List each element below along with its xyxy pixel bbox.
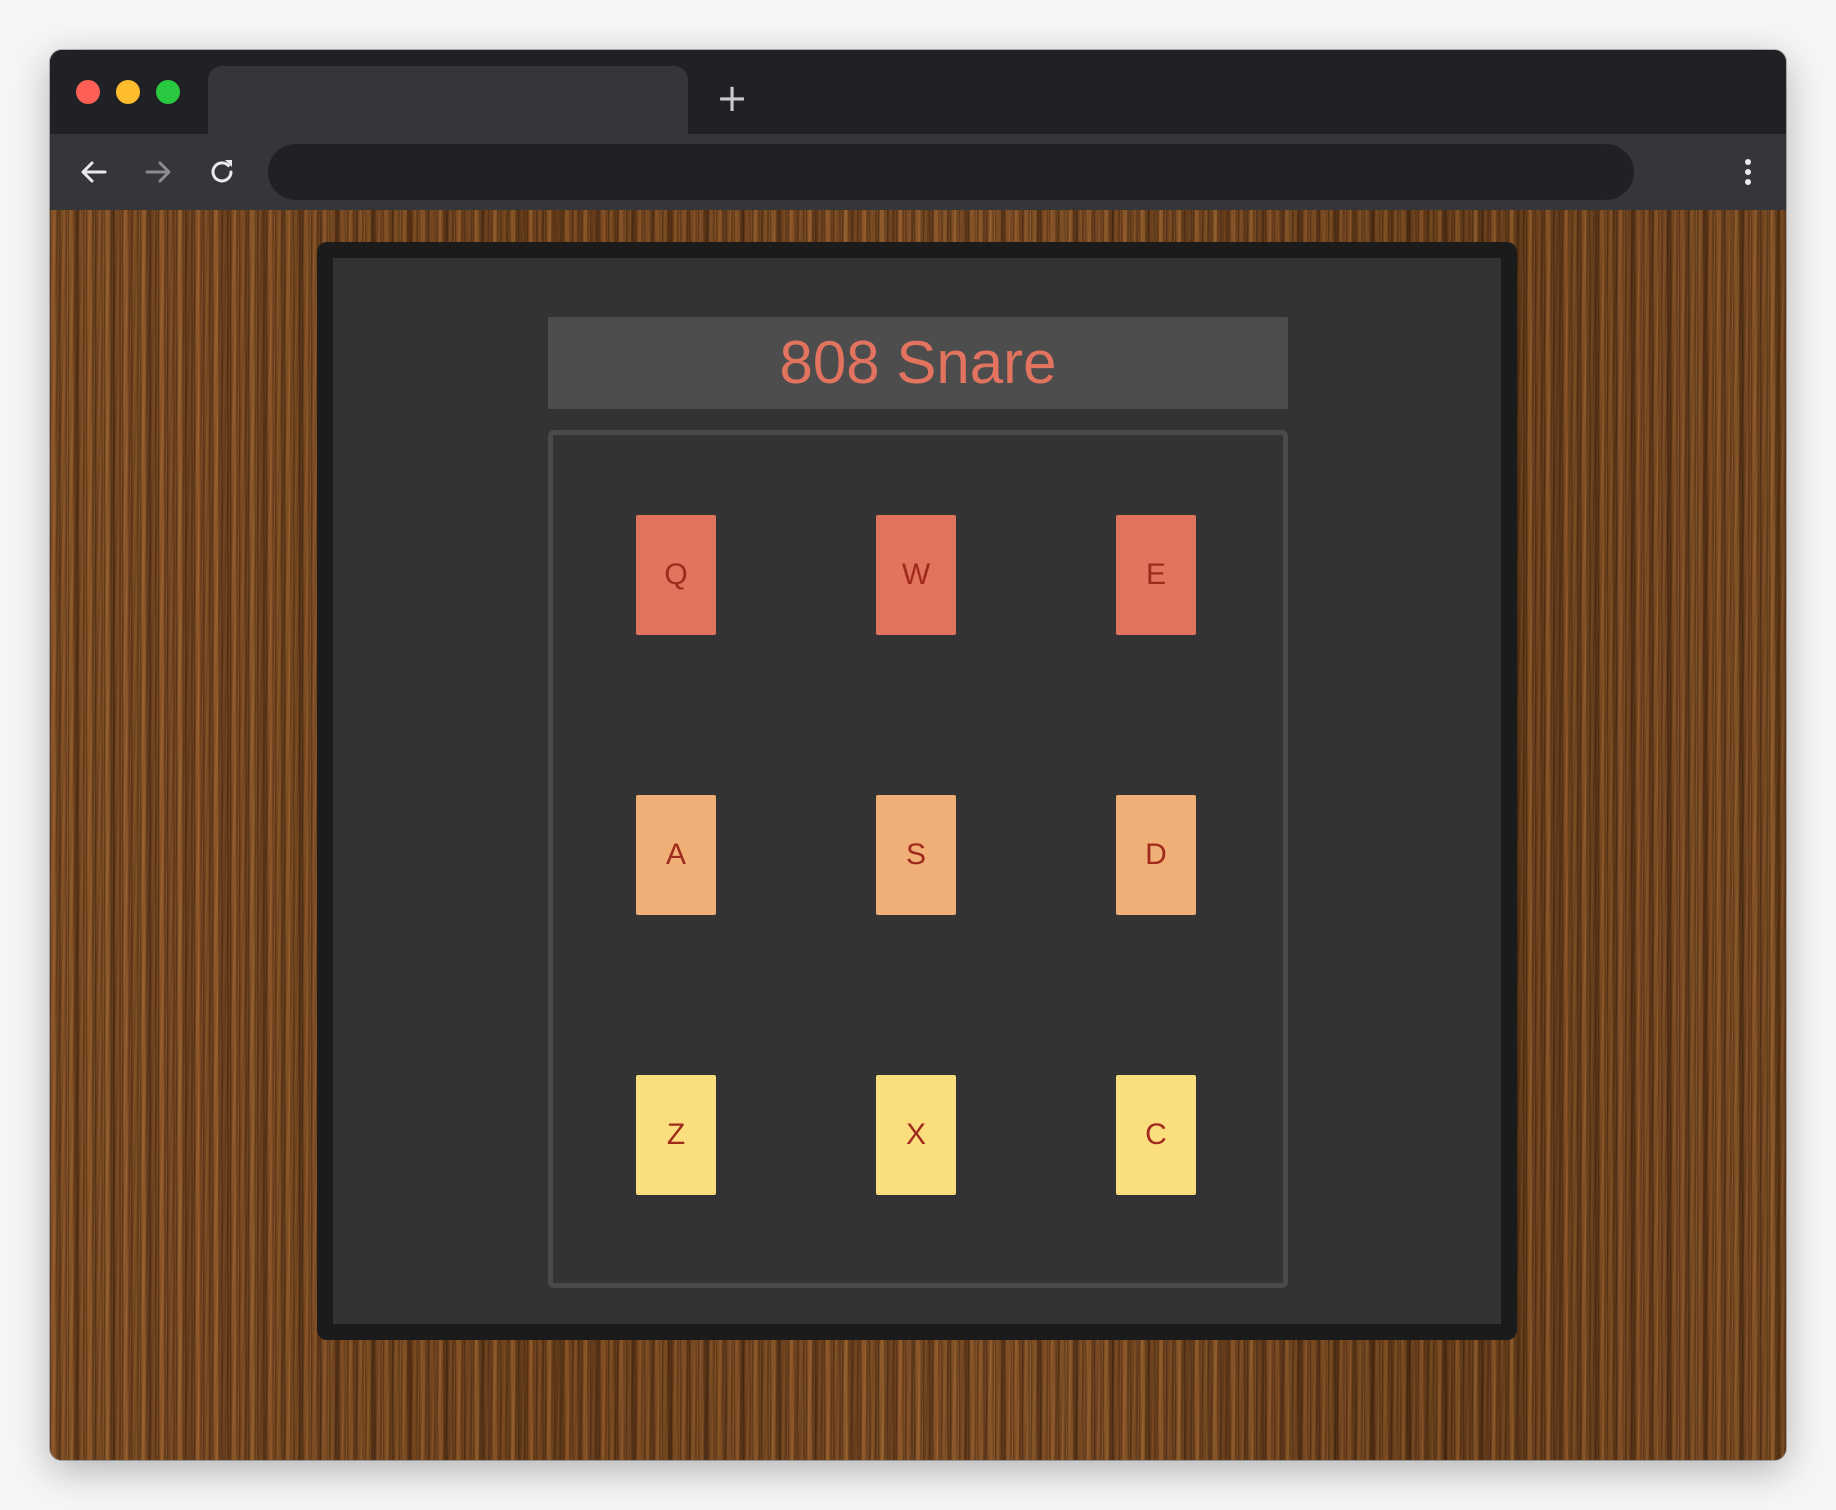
drum-pad-e[interactable]: E	[1116, 515, 1196, 635]
browser-window: + 808 Snare Q W E A S D Z X C	[50, 50, 1786, 1460]
reload-icon	[211, 160, 233, 183]
drum-pad-grid: Q W E A S D Z X C	[548, 430, 1288, 1288]
reload-button[interactable]	[196, 146, 248, 198]
sound-display: 808 Snare	[548, 317, 1288, 409]
title-bar: +	[50, 50, 1786, 134]
new-tab-button[interactable]: +	[710, 76, 754, 120]
drum-pad-w[interactable]: W	[876, 515, 956, 635]
page-viewport: 808 Snare Q W E A S D Z X C	[50, 210, 1786, 1460]
browser-menu-button[interactable]	[1730, 146, 1766, 198]
drum-pad-q[interactable]: Q	[636, 515, 716, 635]
drum-pad-a[interactable]: A	[636, 795, 716, 915]
back-button[interactable]	[68, 146, 120, 198]
browser-toolbar	[50, 134, 1786, 210]
minimize-window-button[interactable]	[116, 80, 140, 104]
arrow-right-icon	[145, 161, 171, 183]
more-vertical-icon	[1745, 159, 1751, 185]
drum-machine: 808 Snare Q W E A S D Z X C	[317, 242, 1517, 1340]
forward-button[interactable]	[132, 146, 184, 198]
address-bar[interactable]	[268, 144, 1634, 200]
maximize-window-button[interactable]	[156, 80, 180, 104]
arrow-left-icon	[81, 161, 107, 183]
drum-pad-c[interactable]: C	[1116, 1075, 1196, 1195]
close-window-button[interactable]	[76, 80, 100, 104]
drum-pad-s[interactable]: S	[876, 795, 956, 915]
drum-pad-z[interactable]: Z	[636, 1075, 716, 1195]
browser-tab-active[interactable]	[208, 66, 688, 134]
drum-pad-d[interactable]: D	[1116, 795, 1196, 915]
drum-pad-x[interactable]: X	[876, 1075, 956, 1195]
